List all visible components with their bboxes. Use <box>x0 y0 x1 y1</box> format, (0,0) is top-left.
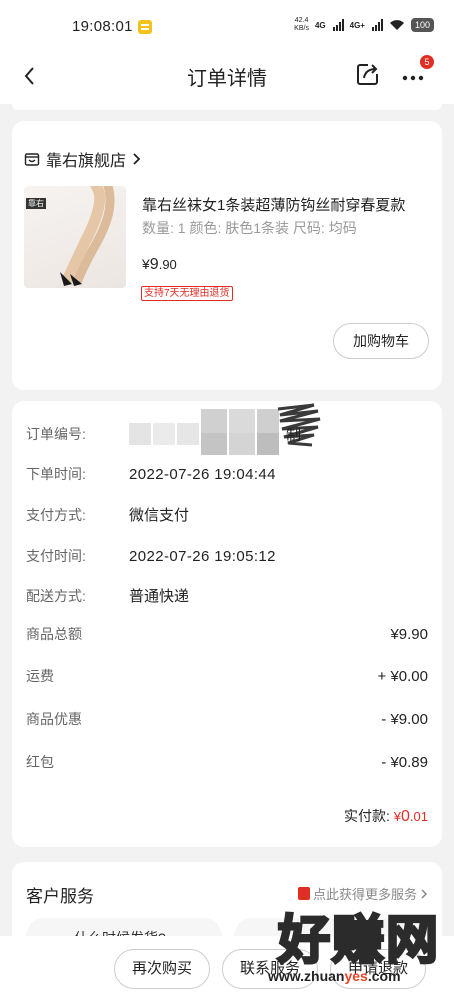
product-card: 靠右旗舰店 靠右 靠右丝袜女1条装超薄防钩丝耐穿春夏款 数量: 1 颜色: 肤色… <box>12 121 442 390</box>
delivery-row: 配送方式: 普通快递 <box>26 585 428 606</box>
add-to-cart-button[interactable]: 加购物车 <box>333 323 429 359</box>
return-policy-badge: 支持7天无理由退货 <box>141 286 233 301</box>
status-bar: 19:08:01 42.4 KB/s 4G 4G+ 100 <box>0 0 454 52</box>
order-info-card: 订单编号: 制 下单时间: 2022-07-26 19:04:44 支付方式: … <box>12 401 442 847</box>
product-image[interactable]: 靠右 <box>24 186 126 288</box>
status-indicators: 42.4 KB/s 4G 4G+ 100 <box>294 17 434 33</box>
more-icon[interactable] <box>400 66 426 86</box>
sim1-label: 4G <box>314 20 326 30</box>
shipping-fee-row: 运费 + ¥0.00 <box>26 667 428 685</box>
paid-amount: ¥0.01 <box>393 808 428 825</box>
shop-name: 靠右旗舰店 <box>46 153 127 170</box>
signal-icon <box>371 19 383 31</box>
order-time-row: 下单时间: 2022-07-26 19:04:44 <box>26 465 276 483</box>
site-watermark: 好赚网 www.zhuanyes.com <box>268 898 448 998</box>
page-title: 订单详情 <box>187 68 267 90</box>
signal-icon <box>332 19 344 31</box>
payment-method-row: 支付方式: 微信支付 <box>26 504 428 525</box>
discount-row: 商品优惠 - ¥9.00 <box>26 710 428 728</box>
delivery-value: 普通快递 <box>129 588 190 605</box>
goods-total-row: 商品总额 ¥9.90 <box>26 625 428 643</box>
share-icon[interactable] <box>355 61 381 87</box>
store-icon <box>24 153 40 166</box>
service-title: 客户服务 <box>26 887 94 906</box>
product-spec: 数量: 1 颜色: 肤色1条装 尺码: 均码 <box>142 220 357 236</box>
nav-bar: 订单详情 5 <box>0 52 454 104</box>
payment-method-value: 微信支付 <box>129 507 190 524</box>
wifi-icon <box>389 20 404 30</box>
payment-time-value: 2022-07-26 19:05:12 <box>129 547 276 565</box>
product-title[interactable]: 靠右丝袜女1条装超薄防钩丝耐穿春夏款 <box>142 194 434 215</box>
product-price: ¥9.90 <box>142 256 177 273</box>
status-time: 19:08:01 <box>72 18 133 35</box>
chevron-right-icon <box>133 153 141 165</box>
product-image-brand-tag: 靠右 <box>26 198 46 209</box>
payment-time-row: 支付时间: 2022-07-26 19:05:12 <box>26 547 276 565</box>
watermark-text: 好赚网 <box>276 910 441 973</box>
order-time-value: 2022-07-26 19:04:44 <box>129 465 276 483</box>
watermark-url: www.zhuanyes.com <box>268 968 401 984</box>
rebuy-button[interactable]: 再次购买 <box>114 949 210 989</box>
red-packet-row: 红包 - ¥0.89 <box>26 753 428 771</box>
previous-card <box>12 104 442 110</box>
notification-badge: 5 <box>420 55 434 69</box>
network-speed: 42.4 KB/s <box>294 17 309 32</box>
shop-header[interactable]: 靠右旗舰店 <box>24 147 142 171</box>
battery-indicator: 100 <box>410 18 434 32</box>
order-number-suffix: 制 <box>286 427 302 444</box>
paid-label: 实付款: <box>344 808 390 824</box>
sim2-label: 4G+ <box>349 20 365 30</box>
order-number-label: 订单编号: <box>26 426 86 442</box>
notification-app-icon <box>138 20 152 34</box>
paid-amount-row: 实付款: ¥0.01 <box>344 806 428 826</box>
